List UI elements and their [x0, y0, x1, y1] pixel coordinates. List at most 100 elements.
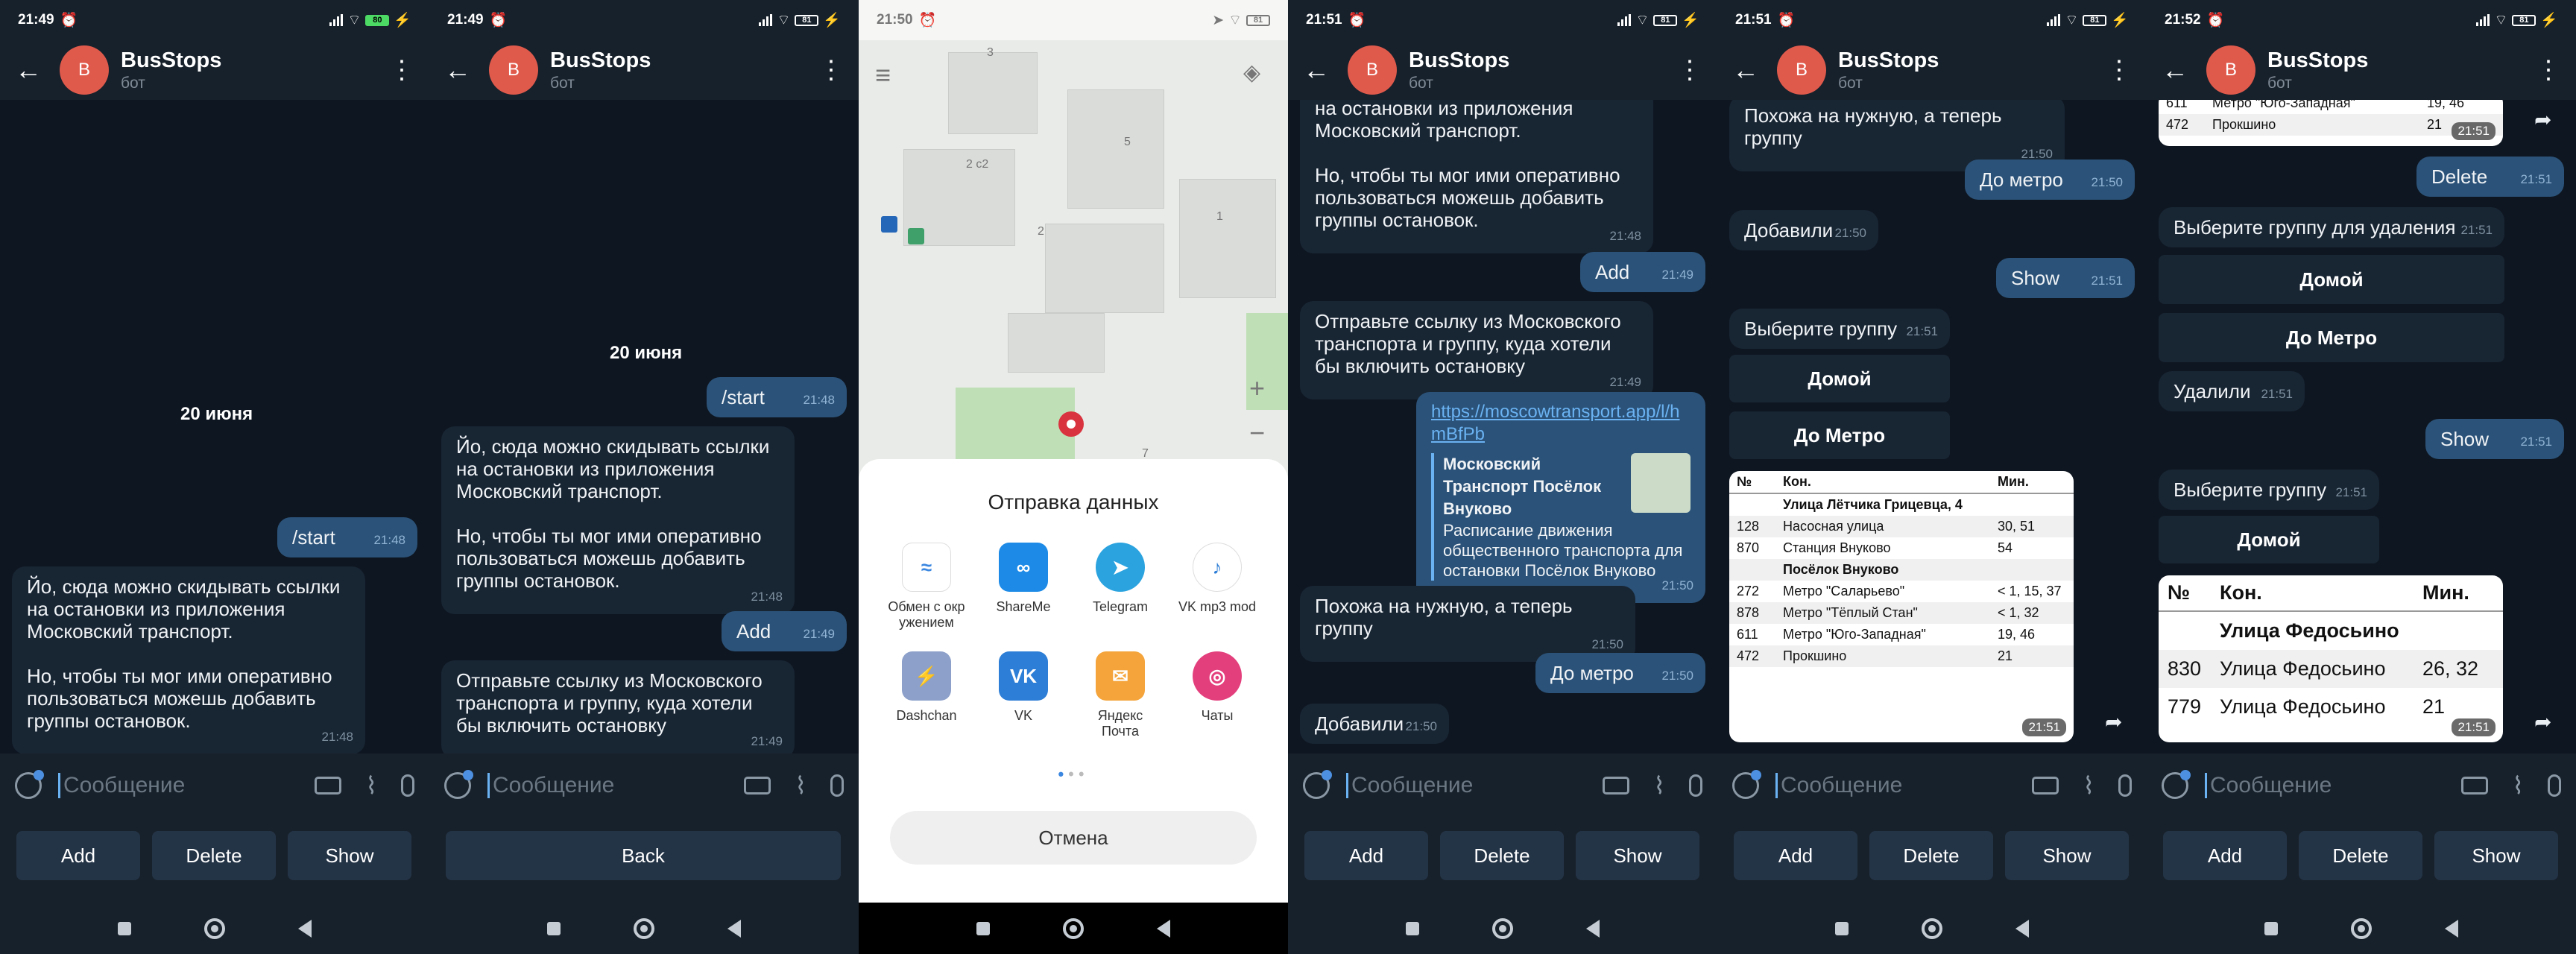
attach-icon[interactable]: ⌇	[2083, 771, 2094, 800]
share-app-vk[interactable]: VK VK	[975, 651, 1072, 724]
message-out[interactable]: Show 21:51	[2425, 419, 2564, 459]
recents-icon[interactable]	[1406, 921, 1419, 935]
message-in[interactable]: Выберите группу 21:51	[2159, 470, 2379, 510]
share-app-yandex-mail[interactable]: ✉ Яндекс Почта	[1072, 651, 1169, 739]
inline-button-home[interactable]: Домой	[2159, 516, 2379, 563]
recents-icon[interactable]	[976, 921, 990, 935]
add-button[interactable]: Add	[2163, 831, 2287, 880]
message-in[interactable]: на остановки из приложения Московский тр…	[1300, 100, 1653, 253]
map-view[interactable]: 3 2 с2 5 2 1 7 ≡ ◈ + −	[859, 0, 1288, 477]
keyboard-icon[interactable]	[744, 777, 771, 795]
message-input[interactable]: Сообщение	[58, 773, 185, 798]
show-button[interactable]: Show	[2005, 831, 2129, 880]
message-in[interactable]: Йо, сюда можно скидывать ссылки на остан…	[12, 566, 365, 754]
avatar[interactable]: B	[1777, 45, 1826, 95]
message-link[interactable]: https://moscowtransport.app/l/hmBfPb	[1431, 401, 1690, 446]
keyboard-icon[interactable]	[2461, 777, 2489, 795]
attach-icon[interactable]: ⌇	[2512, 771, 2524, 800]
inline-button-home[interactable]: Домой	[2159, 255, 2504, 304]
home-icon[interactable]	[1492, 917, 1513, 939]
delete-button[interactable]: Delete	[1440, 831, 1564, 880]
avatar[interactable]: B	[1348, 45, 1397, 95]
forward-icon[interactable]: ➦	[2534, 107, 2551, 132]
keyboard-icon[interactable]	[1603, 777, 1630, 795]
zoom-in-icon[interactable]: +	[1249, 373, 1265, 404]
message-out[interactable]: /start 21:48	[277, 517, 417, 557]
mic-icon[interactable]	[1689, 774, 1702, 797]
message-in[interactable]: Добавили 21:50	[1300, 704, 1449, 744]
chat-area[interactable]: на остановки из приложения Московский тр…	[1288, 100, 1717, 754]
message-in[interactable]: Выберите группу для удаления 21:51	[2159, 207, 2504, 247]
back-icon[interactable]	[298, 919, 312, 938]
recents-icon[interactable]	[118, 921, 131, 935]
back-arrow-icon[interactable]: ←	[444, 57, 474, 83]
layers-icon[interactable]: ◈	[1243, 60, 1260, 86]
forward-icon[interactable]: ➦	[2105, 710, 2122, 734]
inline-button-metro[interactable]: До Метро	[2159, 313, 2504, 362]
schedule-image[interactable]: № Кон. Мин. Улица Федосьино 830 Улица Федос…	[2159, 575, 2503, 742]
share-app-chats[interactable]: ◎ Чаты	[1169, 651, 1266, 724]
back-icon[interactable]	[1157, 919, 1170, 938]
message-in[interactable]: Похожа на нужную, а теперь группу 21:50	[1300, 586, 1635, 662]
home-icon[interactable]	[634, 917, 654, 939]
chat-area[interactable]: Похожа на нужную, а теперь группу 21:50 …	[1717, 100, 2147, 754]
show-button[interactable]: Show	[1576, 831, 1699, 880]
chat-area[interactable]: 611 Метро "Юго-Западная" 19, 46 472 Прокшин…	[2147, 100, 2576, 754]
delete-button[interactable]: Delete	[152, 831, 276, 880]
link-preview[interactable]: Московский Транспорт Посёлок Внуково Рас…	[1431, 453, 1690, 581]
back-button[interactable]: Back	[446, 831, 841, 880]
menu-icon[interactable]: ≡	[875, 60, 891, 91]
share-app-nearby[interactable]: ≈ Обмен с окр ужением	[878, 543, 975, 631]
message-out[interactable]: Add 21:49	[1580, 252, 1705, 292]
cancel-button[interactable]: Отмена	[890, 811, 1257, 865]
inline-button-metro[interactable]: До Метро	[1729, 411, 1950, 459]
message-input[interactable]: Сообщение	[2205, 773, 2332, 798]
more-vert-icon[interactable]: ⋮	[1677, 57, 1702, 83]
message-out[interactable]: До метро 21:50	[1535, 653, 1705, 693]
more-vert-icon[interactable]: ⋮	[2536, 57, 2561, 83]
message-out[interactable]: До метро 21:50	[1965, 159, 2135, 200]
recents-icon[interactable]	[547, 921, 561, 935]
chat-title[interactable]: BusStops	[550, 48, 651, 73]
chat-area[interactable]: 20 июня /start 21:48 Йо, сюда можно скид…	[0, 100, 429, 754]
schedule-image[interactable]: № Кон. Мин. Улица Лётчика Грицевца, 4 128 Н…	[1729, 471, 2074, 742]
back-arrow-icon[interactable]: ←	[2162, 57, 2191, 83]
message-out[interactable]: Add 21:49	[722, 611, 847, 651]
chat-title[interactable]: BusStops	[2267, 48, 2368, 73]
bus-stop-icon[interactable]	[908, 228, 924, 244]
keyboard-icon[interactable]	[315, 777, 342, 795]
recents-icon[interactable]	[1835, 921, 1849, 935]
message-in[interactable]: Отправьте ссылку из Московского транспор…	[441, 660, 795, 754]
attach-icon[interactable]: ⌇	[1653, 771, 1665, 800]
sticker-icon[interactable]	[15, 770, 44, 799]
message-out[interactable]: Show 21:51	[1996, 258, 2135, 298]
add-button[interactable]: Add	[16, 831, 140, 880]
chat-title[interactable]: BusStops	[121, 48, 221, 73]
message-in[interactable]: Отправьте ссылку из Московского транспор…	[1300, 301, 1653, 399]
share-app-telegram[interactable]: ➤ Telegram	[1072, 543, 1169, 615]
inline-button-home[interactable]: Домой	[1729, 355, 1950, 402]
message-in[interactable]: Выберите группу 21:51	[1729, 309, 1950, 349]
message-input[interactable]: Сообщение	[487, 773, 614, 798]
delete-button[interactable]: Delete	[1869, 831, 1993, 880]
back-icon[interactable]	[727, 919, 741, 938]
show-button[interactable]: Show	[288, 831, 411, 880]
sticker-icon[interactable]	[444, 770, 473, 799]
more-vert-icon[interactable]: ⋮	[389, 57, 414, 83]
sticker-icon[interactable]	[2162, 770, 2191, 799]
mic-icon[interactable]	[2548, 774, 2561, 797]
message-out-link[interactable]: https://moscowtransport.app/l/hmBfPb Мос…	[1416, 392, 1705, 603]
location-pin-icon[interactable]	[1058, 411, 1084, 437]
share-app-shareme[interactable]: ∞ ShareMe	[975, 543, 1072, 615]
avatar[interactable]: B	[489, 45, 538, 95]
attach-icon[interactable]: ⌇	[795, 771, 806, 800]
mic-icon[interactable]	[401, 774, 414, 797]
mic-icon[interactable]	[830, 774, 844, 797]
chat-title[interactable]: BusStops	[1838, 48, 1939, 73]
more-vert-icon[interactable]: ⋮	[2106, 57, 2132, 83]
message-in[interactable]: Йо, сюда можно скидывать ссылки на остан…	[441, 426, 795, 614]
back-arrow-icon[interactable]: ←	[15, 57, 45, 83]
delete-button[interactable]: Delete	[2299, 831, 2422, 880]
home-icon[interactable]	[1063, 917, 1084, 939]
chat-area[interactable]: 20 июня /start 21:48 Йо, сюда можно скид…	[429, 100, 859, 754]
